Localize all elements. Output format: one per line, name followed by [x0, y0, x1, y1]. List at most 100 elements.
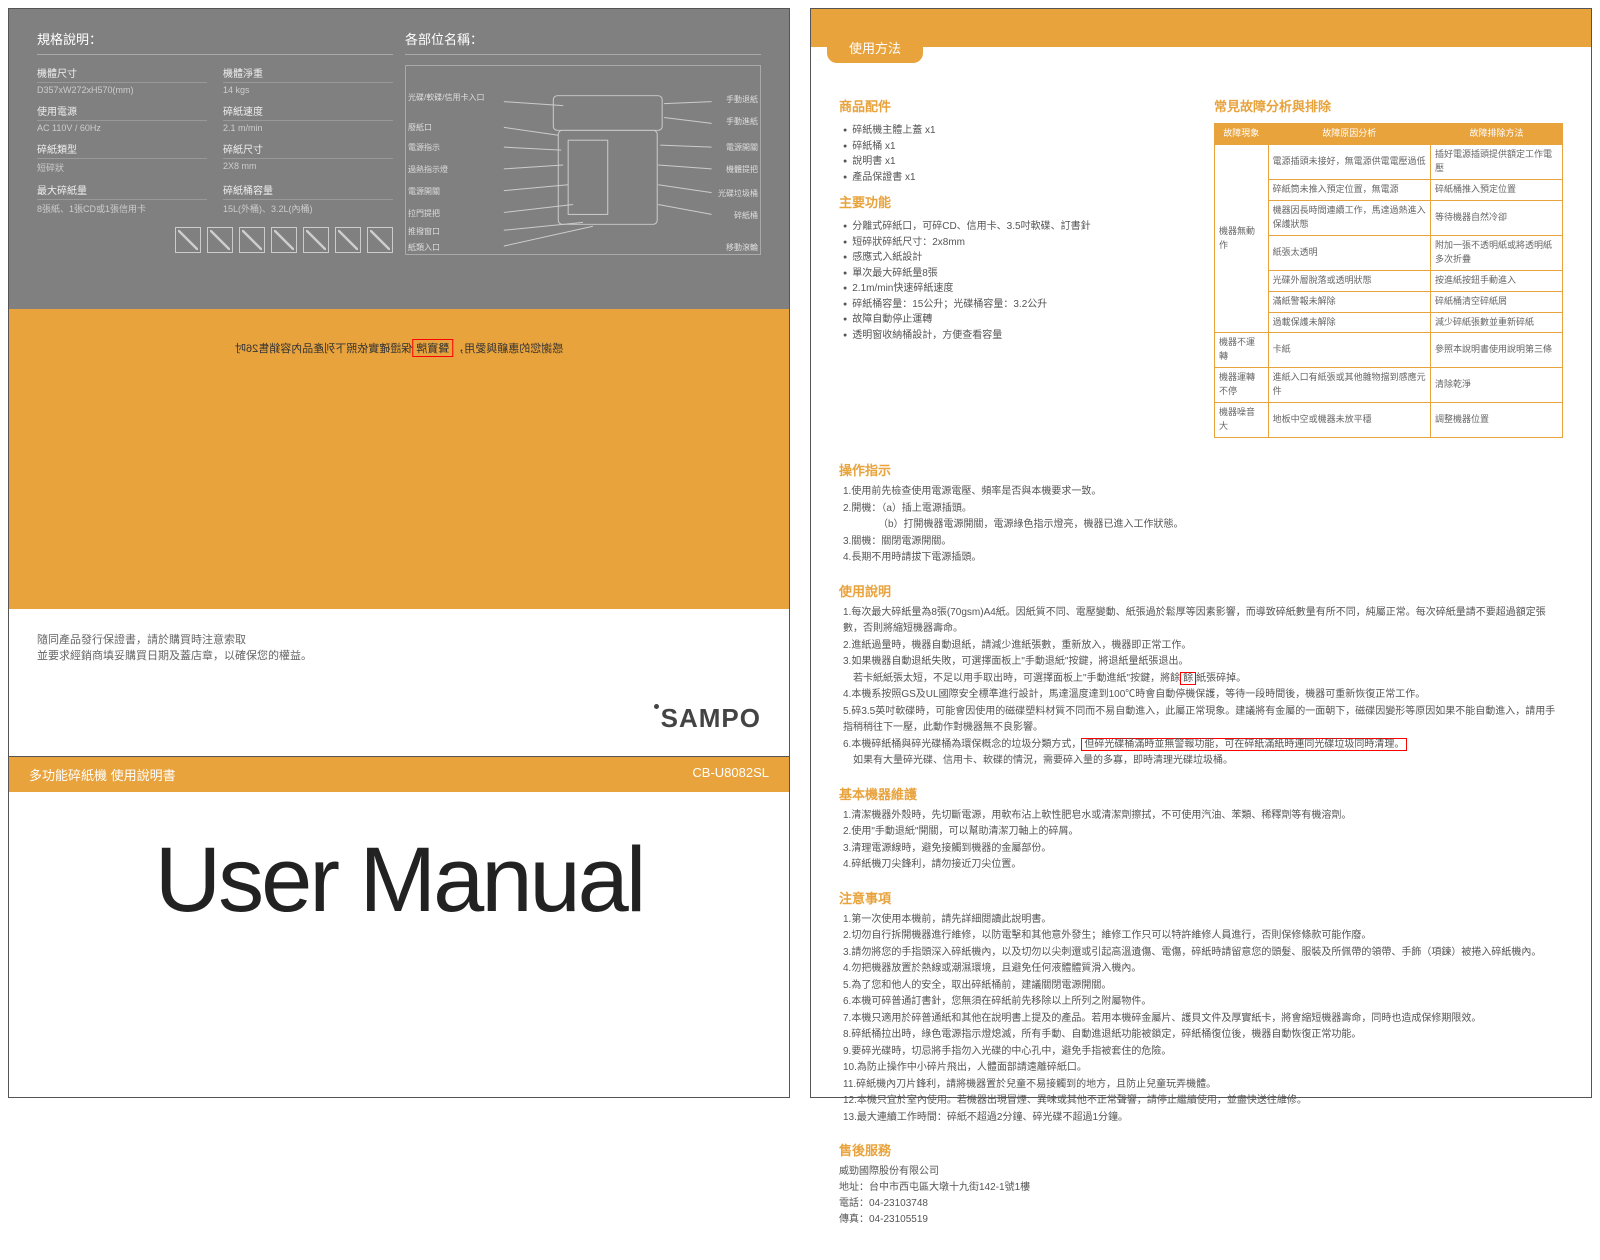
part-label: 電源指示	[408, 142, 440, 153]
warn-icon	[367, 227, 393, 253]
brand-redbox: 聲寶牌	[412, 339, 453, 357]
list-item: 4.長期不用時請拔下電源插頭。	[843, 550, 1563, 567]
spec-label: 機體尺寸	[37, 65, 207, 83]
list-item: 12.本機只宜於室內使用。若機器出現冒煙、異味或其他不正常聲響，請停止繼續使用，…	[843, 1093, 1563, 1110]
spec-label: 碎紙類型	[37, 141, 207, 159]
op-list: 1.使用前先檢查使用電源電壓、頻率是否與本機要求一致。 2.開機：（a）插上電源…	[843, 484, 1563, 567]
use-text: 紙張碎掉。	[1196, 673, 1246, 684]
spec-label: 使用電源	[37, 103, 207, 121]
right-column: 常見故障分析與排除 故障現象故障原因分析故障排除方法 機器無動作電源插頭未接好，…	[1214, 89, 1563, 438]
list-item: 3.關機：關閉電源開關。	[843, 534, 1563, 551]
list-item: 說明書 x1	[843, 154, 1188, 170]
warn-icon	[303, 227, 329, 253]
list-item: 6.本機碎紙桶與碎光碟桶為環保概念的垃圾分類方式，但碎光碟桶滿時並無警報功能，可…	[843, 737, 1563, 754]
list-item: 1.第一次使用本機前，請先詳細閱讀此說明書。	[843, 912, 1563, 929]
td: 電源插頭未接好，無電源供電電壓過低	[1268, 145, 1430, 180]
td: 機器不運轉	[1215, 333, 1269, 368]
table-row: 機器運轉不停進紙入口有紙張或其他雜物擋到感應元件清除乾淨	[1215, 368, 1563, 403]
td: 碎紙筒未推入預定位置，無電源	[1268, 179, 1430, 200]
red-highlight: 但碎光碟桶滿時並無警報功能，可在碎紙滿紙時連同光碟垃圾同時清理。	[1081, 738, 1407, 751]
list-item: 2.切勿自行拆開機器進行維修，以防電擊和其他意外發生；維修工作只可以特許維修人員…	[843, 928, 1563, 945]
list-item: 5.為了您和他人的安全，取出碎紙桶前，建議關閉電源開關。	[843, 978, 1563, 995]
td: 機器無動作	[1215, 145, 1269, 333]
list-item: 11.碎紙機內刀片鋒利，請將機器置於兒童不易接觸到的地方，且防止兒童玩弄機體。	[843, 1077, 1563, 1094]
spec-label: 碎紙尺寸	[223, 141, 393, 159]
caution-list: 1.第一次使用本機前，請先詳細閱讀此說明書。 2.切勿自行拆開機器進行維修，以防…	[843, 912, 1563, 1127]
part-label: 手動進紙	[726, 116, 758, 127]
contact-info: 威勁國際股份有限公司 地址：台中市西屯區大墩十九街142-1號1樓 電話：04-…	[839, 1164, 1563, 1228]
part-label: 碎紙桶	[734, 210, 758, 221]
list-item: 3.清理電源線時，避免接觸到機器的金屬部份。	[843, 841, 1563, 858]
td: 碎紙桶推入預定位置	[1430, 179, 1562, 200]
list-item: 6.本機可碎普通訂書針，您無須在碎紙前先移除以上所列之附屬物件。	[843, 994, 1563, 1011]
list-item: 1.使用前先檢查使用電源電壓、頻率是否與本機要求一致。	[843, 484, 1563, 501]
part-label: 電源開關	[408, 186, 440, 197]
warn-icon	[271, 227, 297, 253]
section-heading: 常見故障分析與排除	[1214, 97, 1563, 117]
td: 碎紙桶清空碎紙屑	[1430, 291, 1562, 312]
list-item: （b）打開機器電源開關，電源綠色指示燈亮，機器已進入工作狀態。	[843, 517, 1563, 534]
logo-dot-icon	[654, 704, 659, 709]
th: 故障現象	[1215, 124, 1269, 145]
td: 卡紙	[1268, 333, 1430, 368]
list-item: 8.碎紙桶拉出時，綠色電源指示燈熄滅，所有手動、自動進退紙功能被鎖定，碎紙桶復位…	[843, 1027, 1563, 1044]
spec-value: 短碎狀	[37, 161, 207, 174]
spec-label: 最大碎紙量	[37, 182, 207, 200]
td: 減少碎紙張數並重新碎紙	[1430, 312, 1562, 333]
list-item: 2.進紙過量時，機器自動退紙，請減少進紙張數，重新放入，機器即正常工作。	[843, 638, 1563, 655]
company-name: 威勁國際股份有限公司	[839, 1164, 1563, 1180]
sampo-logo: SAMPO	[654, 703, 761, 734]
section-heading: 主要功能	[839, 193, 1188, 213]
td: 滿紙警報未解除	[1268, 291, 1430, 312]
spec-label: 碎紙桶容量	[223, 182, 393, 200]
list-item: 如果有大量碎光碟、信用卡、軟碟的情況，需要碎入量的多寡，即時清理光碟垃圾桶。	[843, 753, 1563, 770]
td: 過載保護未解除	[1268, 312, 1430, 333]
big-title: User Manual	[9, 792, 789, 969]
td: 附加一張不透明紙或將透明紙多次折疊	[1430, 235, 1562, 270]
td: 參照本說明書使用說明第三條	[1430, 333, 1562, 368]
maint-list: 1.清潔機器外殼時，先切斷電源，用軟布沾上軟性肥皂水或清潔劑擦拭，不可使用汽油、…	[843, 808, 1563, 874]
section-heading: 注意事項	[839, 888, 1563, 907]
list-item: 4.勿把機器放置於熱線或潮濕環境，且避免任何液體體質滑入機內。	[843, 961, 1563, 978]
list-item: 2.開機：（a）插上電源插頭。	[843, 501, 1563, 518]
list-item: 10.為防止操作中小碎片飛出，人體面部請遠離碎紙口。	[843, 1060, 1563, 1077]
spec-label: 機體淨重	[223, 65, 393, 83]
part-label: 拉門提把	[408, 208, 440, 219]
section-heading: 操作指示	[839, 460, 1563, 479]
section-heading: 使用說明	[839, 581, 1563, 600]
service-section: 售後服務 威勁國際股份有限公司 地址：台中市西屯區大墩十九街142-1號1樓 電…	[839, 1140, 1563, 1228]
td: 進紙入口有紙張或其他雜物擋到感應元件	[1268, 368, 1430, 403]
part-label: 推撥窗口	[408, 226, 440, 237]
tel-line: 電話：04-23103748	[839, 1196, 1563, 1212]
section-heading: 商品配件	[839, 97, 1188, 117]
table-row: 機器無動作電源插頭未接好，無電源供電電壓過低插好電源插頭提供額定工作電壓	[1215, 145, 1563, 180]
usage-tab: 使用方法	[827, 32, 923, 63]
table-row: 機器不運轉卡紙參照本說明書使用說明第三條	[1215, 333, 1563, 368]
part-label: 光碟垃圾桶	[718, 188, 758, 199]
spec-value: 2X8 mm	[223, 161, 393, 171]
part-label: 手動退紙	[726, 94, 758, 105]
list-item: 若卡紙紙張太短，不足以用手取出時，可選擇面板上"手動進紙"按鍵，將餘餘紙張碎掉。	[843, 671, 1563, 688]
list-item: 2.使用"手動退紙"開關，可以幫助清潔刀軸上的碎屑。	[843, 824, 1563, 841]
spec-value: 2.1 m/min	[223, 123, 393, 133]
td: 清除乾淨	[1430, 368, 1562, 403]
section-heading: 基本機器維護	[839, 784, 1563, 803]
td: 調整機器位置	[1430, 403, 1562, 438]
list-item: 故障自動停止運轉	[843, 312, 1188, 328]
caution-section: 注意事項 1.第一次使用本機前，請先詳細閱讀此說明書。 2.切勿自行拆開機器進行…	[839, 888, 1563, 1127]
spec-value: D357xW272xH570(mm)	[37, 85, 207, 95]
title-left: 多功能碎紙機 使用說明書	[29, 765, 176, 784]
lower-sections: 操作指示 1.使用前先檢查使用電源電壓、頻率是否與本機要求一致。 2.開機：（a…	[811, 456, 1591, 1260]
two-column-area: 商品配件 碎紙機主體上蓋 x1 碎紙桶 x1 說明書 x1 產品保證書 x1 主…	[811, 47, 1591, 456]
parts-heading: 各部位名稱：	[405, 29, 761, 55]
warn-icon	[239, 227, 265, 253]
parts-column: 各部位名稱： 光碟/軟碟/信用卡入口 廢紙口 電源指示 過熱指示燈	[405, 29, 761, 289]
th: 故障原因分析	[1268, 124, 1430, 145]
td: 等待機器自然冷卻	[1430, 200, 1562, 235]
flip-text: 保證確實依照下列產品內容銷售26吋	[235, 343, 412, 355]
use-list: 1.每次最大碎紙量為8張(70gsm)A4紙。因紙質不同、電壓變動、紙張過於鬆厚…	[843, 605, 1563, 770]
list-item: 4.碎紙機刀尖鋒利，請勿接近刀尖位置。	[843, 857, 1563, 874]
list-item: 分離式碎紙口，可碎CD、信用卡、3.5吋軟碟、訂書針	[843, 219, 1188, 235]
icon-row	[37, 227, 393, 253]
warn-icon	[335, 227, 361, 253]
